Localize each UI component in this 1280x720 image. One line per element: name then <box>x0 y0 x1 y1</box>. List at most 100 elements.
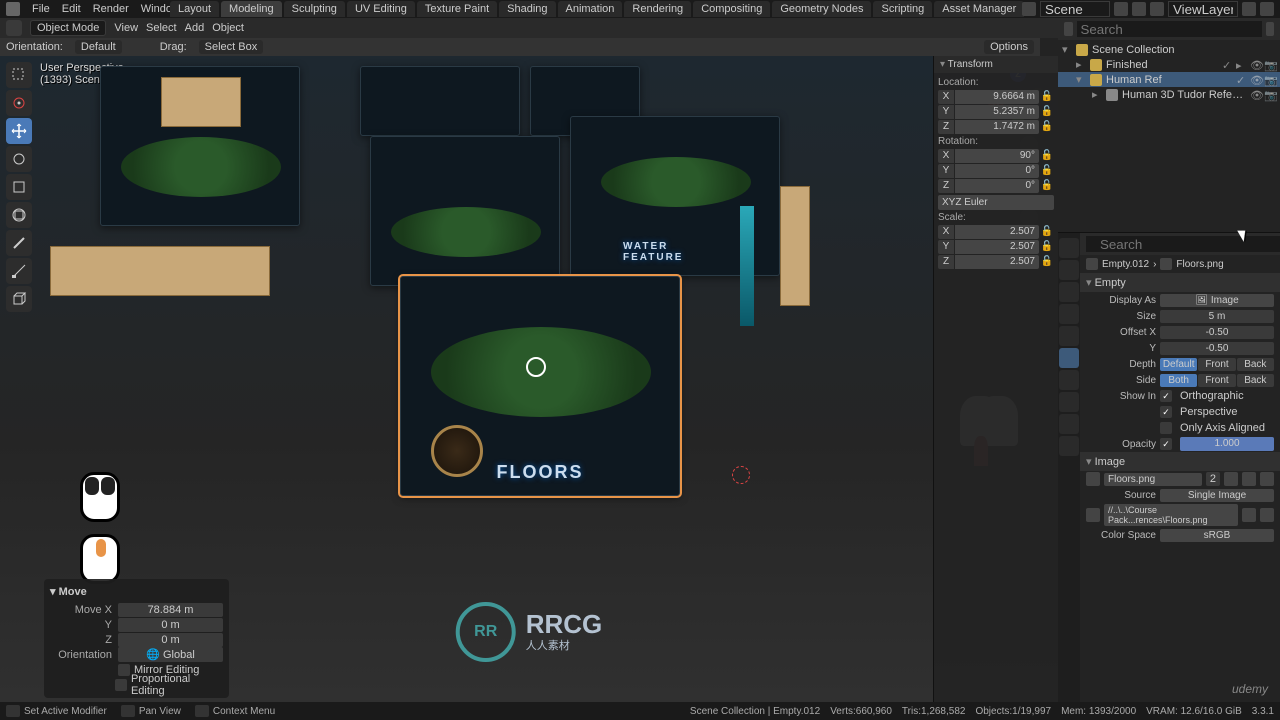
props-tab-render[interactable] <box>1059 238 1079 258</box>
reload-icon[interactable] <box>1260 508 1274 522</box>
menu-object[interactable]: Object <box>212 22 244 34</box>
tab-compositing[interactable]: Compositing <box>693 1 770 17</box>
tab-scripting[interactable]: Scripting <box>873 1 932 17</box>
props-search[interactable] <box>1086 236 1280 252</box>
transform-section[interactable]: Transform <box>934 56 1058 73</box>
browse-icon[interactable] <box>1242 508 1256 522</box>
props-tab-constraints[interactable] <box>1059 414 1079 434</box>
props-tab-modifiers[interactable] <box>1059 370 1079 390</box>
scene-icon[interactable] <box>1022 2 1036 16</box>
size-input[interactable]: 5 m <box>1160 310 1274 323</box>
lock-icon[interactable]: 🔓 <box>1040 226 1054 237</box>
prop-edit-checkbox[interactable] <box>115 679 127 691</box>
movey-value[interactable]: 0 m <box>118 618 223 632</box>
tab-modeling[interactable]: Modeling <box>221 1 282 17</box>
viewlayer-new-icon[interactable] <box>1242 2 1256 16</box>
menu-select[interactable]: Select <box>146 22 177 34</box>
props-tab-world[interactable] <box>1059 326 1079 346</box>
lock-icon[interactable]: 🔓 <box>1040 180 1054 191</box>
axis-checkbox[interactable] <box>1160 422 1172 434</box>
image-users[interactable]: 2 <box>1206 472 1220 486</box>
hide-icon[interactable]: 👁 <box>1250 89 1262 101</box>
tool-cursor[interactable] <box>6 90 32 116</box>
disable-icon[interactable]: 📷 <box>1264 74 1276 86</box>
loc-x[interactable]: 9.6664 m <box>955 90 1039 104</box>
props-tab-material[interactable] <box>1059 436 1079 456</box>
fake-user-icon[interactable] <box>1224 472 1238 486</box>
tool-annotate[interactable] <box>6 230 32 256</box>
filepath-input[interactable]: //..\..\Course Pack...rences\Floors.png <box>1104 504 1238 526</box>
tab-asset-manager[interactable]: Asset Manager <box>934 1 1024 17</box>
image-datablock-icon[interactable] <box>1086 472 1100 486</box>
scl-x[interactable]: 2.507 <box>955 225 1039 239</box>
tab-uv-editing[interactable]: UV Editing <box>347 1 415 17</box>
props-tab-object-data[interactable] <box>1059 348 1079 368</box>
scene-name-input[interactable] <box>1040 1 1110 17</box>
props-tab-viewlayer[interactable] <box>1059 282 1079 302</box>
scl-y[interactable]: 2.507 <box>955 240 1039 254</box>
menu-view[interactable]: View <box>114 22 138 34</box>
orientation-value[interactable]: 🌐 Global <box>118 647 223 662</box>
lock-icon[interactable]: 🔓 <box>1040 106 1054 117</box>
mirror-edit-checkbox[interactable] <box>118 664 130 676</box>
tab-layout[interactable]: Layout <box>170 1 219 17</box>
lock-icon[interactable]: 🔓 <box>1040 256 1054 267</box>
side-back[interactable]: Back <box>1237 374 1274 387</box>
blender-logo-icon[interactable] <box>6 2 20 16</box>
outliner-item[interactable]: ▸ Finished ✓▸👁📷 <box>1058 57 1280 72</box>
rotation-mode-select[interactable]: XYZ Euler <box>938 195 1054 210</box>
excl-icon[interactable]: ✓ <box>1222 59 1234 71</box>
disable-icon[interactable]: 📷 <box>1264 89 1276 101</box>
image-section-header[interactable]: Image <box>1080 452 1280 471</box>
tool-add-primitive[interactable] <box>6 286 32 312</box>
sel-icon[interactable]: ▸ <box>1236 59 1248 71</box>
depth-default[interactable]: Default <box>1160 358 1197 371</box>
empty-section-header[interactable]: Empty <box>1080 273 1280 292</box>
loc-z[interactable]: 1.7472 m <box>955 120 1039 134</box>
tab-animation[interactable]: Animation <box>558 1 623 17</box>
props-tab-output[interactable] <box>1059 260 1079 280</box>
opacity-slider[interactable]: 1.000 <box>1180 437 1274 451</box>
tab-texture-paint[interactable]: Texture Paint <box>417 1 497 17</box>
filepath-icon[interactable] <box>1086 508 1100 522</box>
depth-back[interactable]: Back <box>1237 358 1274 371</box>
scl-z[interactable]: 2.507 <box>955 255 1039 269</box>
disable-icon[interactable]: 📷 <box>1264 59 1276 71</box>
tab-rendering[interactable]: Rendering <box>624 1 691 17</box>
operator-panel[interactable]: ▾ Move Move X78.884 m Y0 m Z0 m Orientat… <box>44 579 229 698</box>
persp-checkbox[interactable] <box>1160 406 1172 418</box>
tool-select-box[interactable] <box>6 62 32 88</box>
offsetx-input[interactable]: -0.50 <box>1160 326 1274 339</box>
tool-rotate[interactable] <box>6 146 32 172</box>
menu-file[interactable]: File <box>32 3 50 15</box>
props-tab-scene[interactable] <box>1059 304 1079 324</box>
loc-y[interactable]: 5.2357 m <box>955 105 1039 119</box>
hide-icon[interactable]: 👁 <box>1250 59 1262 71</box>
props-tab-physics[interactable] <box>1059 392 1079 412</box>
movex-value[interactable]: 78.884 m <box>118 603 223 617</box>
tab-geometry-nodes[interactable]: Geometry Nodes <box>772 1 871 17</box>
hide-icon[interactable]: 👁 <box>1250 74 1262 86</box>
tool-scale[interactable] <box>6 174 32 200</box>
source-select[interactable]: Single Image <box>1160 489 1274 502</box>
side-both[interactable]: Both <box>1160 374 1197 387</box>
tool-move[interactable] <box>6 118 32 144</box>
editor-type-icon[interactable] <box>1064 22 1073 36</box>
excl-icon[interactable]: ✓ <box>1236 74 1248 86</box>
viewlayer-del-icon[interactable] <box>1260 2 1274 16</box>
scene-new-icon[interactable] <box>1114 2 1128 16</box>
crumb-data[interactable]: Floors.png <box>1176 259 1223 270</box>
crumb-object[interactable]: Empty.012 <box>1102 259 1149 270</box>
lock-icon[interactable]: 🔓 <box>1040 91 1054 102</box>
editor-type-icon[interactable] <box>6 20 22 36</box>
lock-icon[interactable]: 🔓 <box>1040 241 1054 252</box>
menu-add[interactable]: Add <box>185 22 205 34</box>
tab-shading[interactable]: Shading <box>499 1 555 17</box>
tool-measure[interactable] <box>6 258 32 284</box>
open-icon[interactable] <box>1242 472 1256 486</box>
lock-icon[interactable]: 🔓 <box>1040 150 1054 161</box>
viewlayer-icon[interactable] <box>1150 2 1164 16</box>
scene-del-icon[interactable] <box>1132 2 1146 16</box>
menu-edit[interactable]: Edit <box>62 3 81 15</box>
display-as-select[interactable]: 🖼 Image <box>1160 294 1274 307</box>
